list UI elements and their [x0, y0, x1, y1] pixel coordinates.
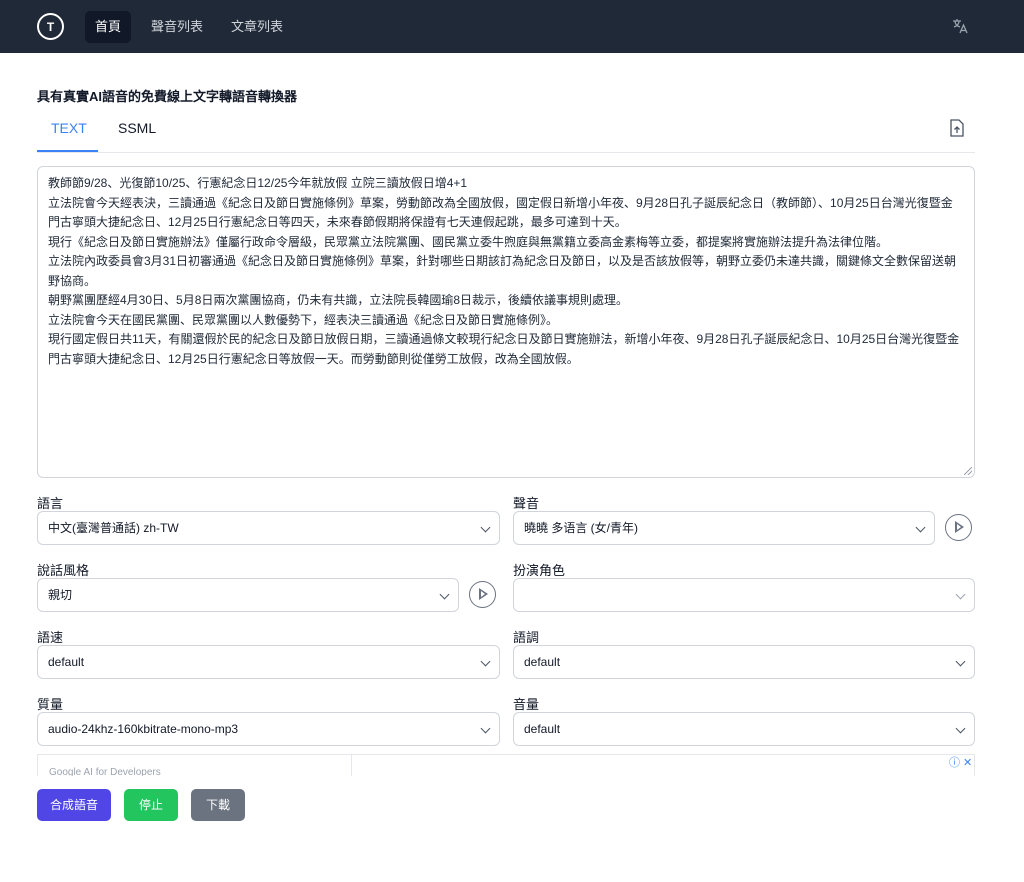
tabs-divider — [37, 152, 975, 153]
page-title: 具有真實AI語音的免費線上文字轉語音轉換器 — [37, 89, 298, 104]
upload-file-icon[interactable] — [949, 119, 965, 137]
role-label: 扮演角色 — [513, 563, 566, 578]
tab-text[interactable]: TEXT — [37, 118, 98, 152]
chevron-down-icon — [955, 656, 966, 667]
text-line: 立法院內政委員會3月31日初審通過《紀念日及節日實施條例》草案，針對哪些日期該訂… — [48, 254, 957, 288]
logo-text: T — [46, 19, 55, 34]
pitch-label: 語調 — [513, 630, 540, 645]
style-label: 說話風格 — [37, 563, 90, 578]
voice-value: 曉曉 多语言 (女/青年) — [524, 521, 638, 535]
role-select[interactable] — [513, 578, 975, 612]
style-value: 親切 — [48, 588, 73, 602]
text-line: 立法院會今天經表決，三讀通過《紀念日及節日實施條例》草案，勞動節改為全國放假，國… — [48, 195, 953, 230]
chevron-down-icon — [480, 522, 491, 533]
resize-handle[interactable] — [964, 467, 972, 475]
text-line: 朝野黨團歷經4月30日、5月8日兩次黨團協商，仍未有共識，立法院長韓國瑜8日裁示… — [48, 293, 629, 307]
chevron-down-icon — [480, 656, 491, 667]
rate-select[interactable]: default — [37, 645, 500, 679]
ad-banner[interactable]: Google AI for Developers — [37, 754, 975, 776]
ad-text: Google AI for Developers — [49, 767, 161, 776]
nav-item-voice-list[interactable]: 聲音列表 — [141, 11, 213, 43]
style-select[interactable]: 親切 — [37, 578, 459, 612]
synthesize-button[interactable]: 合成語音 — [37, 789, 111, 821]
quality-select[interactable]: audio-24khz-160kbitrate-mono-mp3 — [37, 712, 500, 746]
stop-button[interactable]: 停止 — [124, 789, 178, 821]
nav-item-home[interactable]: 首頁 — [85, 11, 132, 43]
tab-ssml[interactable]: SSML — [118, 118, 156, 152]
language-label: 語言 — [37, 496, 64, 511]
nav-item-article-list[interactable]: 文章列表 — [221, 11, 293, 43]
chevron-down-icon — [439, 589, 450, 600]
chevron-down-icon — [955, 723, 966, 734]
text-line: 教師節9/28、光復節10/25、行憲紀念日12/25今年就放假 立院三讀放假日… — [48, 176, 468, 190]
language-select[interactable]: 中文(臺灣普通話) zh-TW — [37, 511, 500, 545]
chevron-down-icon — [915, 522, 926, 533]
quality-value: audio-24khz-160kbitrate-mono-mp3 — [48, 722, 239, 736]
logo-icon[interactable]: T — [37, 13, 64, 40]
voice-select[interactable]: 曉曉 多语言 (女/青年) — [513, 511, 935, 545]
chevron-down-icon — [955, 589, 966, 600]
translate-icon[interactable] — [950, 17, 970, 37]
volume-value: default — [524, 722, 561, 736]
top-navbar: T 首頁 聲音列表 文章列表 — [0, 0, 1024, 53]
play-voice-icon[interactable] — [945, 514, 972, 541]
quality-label: 質量 — [37, 697, 64, 712]
volume-select[interactable]: default — [513, 712, 975, 746]
ad-card[interactable]: Google AI for Developers — [38, 755, 352, 776]
text-line: 立法院會今天在國民黨團、民眾黨團以人數優勢下，經表決三讀通過《紀念日及節日實施條… — [48, 312, 559, 327]
text-line: 現行國定假日共11天，有關還假於民的紀念日及節日放假日期，三讀通過條文較現行紀念… — [48, 332, 960, 366]
volume-label: 音量 — [513, 697, 540, 712]
chevron-down-icon — [480, 723, 491, 734]
ad-close-icon[interactable]: ⓘ ✕ — [949, 754, 972, 770]
text-input-area[interactable]: 教師節9/28、光復節10/25、行憲紀念日12/25今年就放假 立院三讀放假日… — [37, 166, 975, 478]
play-style-icon[interactable] — [469, 581, 496, 608]
download-button[interactable]: 下載 — [191, 789, 245, 821]
language-value: 中文(臺灣普通話) zh-TW — [48, 521, 179, 535]
text-line: 現行《紀念日及節日實施辦法》僅屬行政命令層級，民眾黨立法院黨團、國民黨立委牛煦庭… — [48, 234, 889, 249]
rate-label: 語速 — [37, 630, 64, 645]
pitch-select[interactable]: default — [513, 645, 975, 679]
voice-label: 聲音 — [513, 496, 540, 511]
pitch-value: default — [524, 655, 561, 669]
rate-value: default — [48, 655, 85, 669]
